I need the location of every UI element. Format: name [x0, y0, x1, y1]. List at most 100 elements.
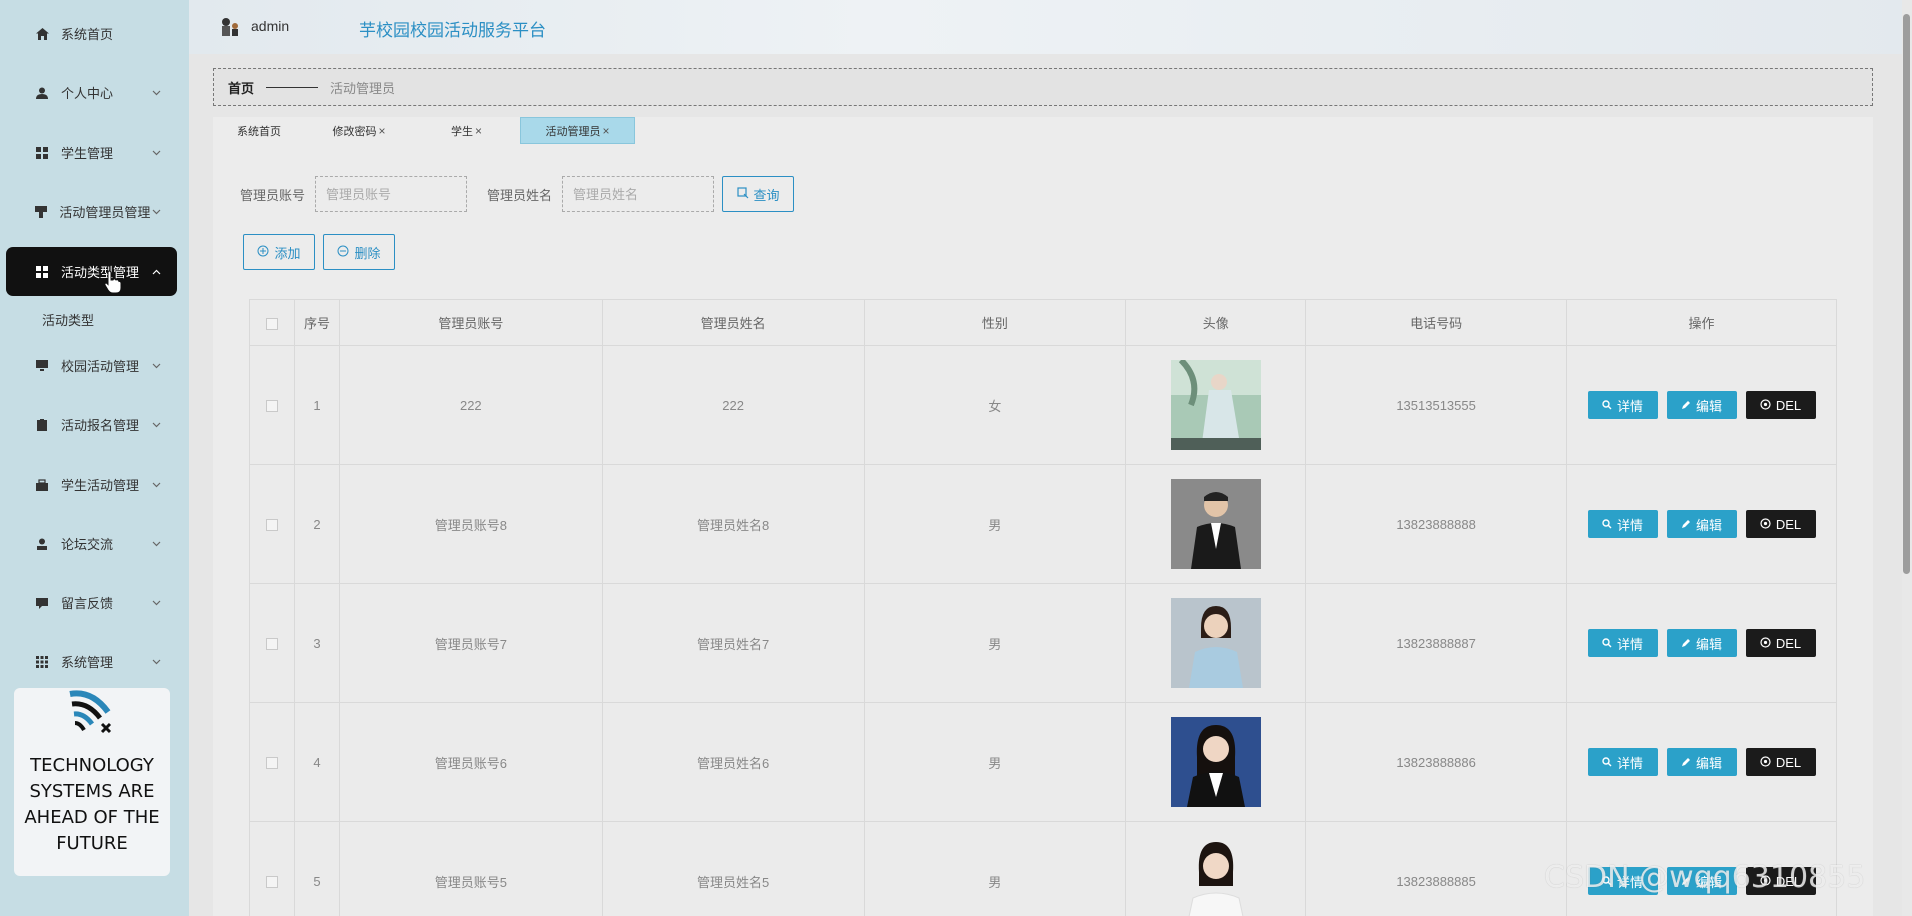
tab-students[interactable]: 学生 ×: [413, 117, 520, 144]
query-button[interactable]: 查询: [722, 176, 795, 212]
row-delete-button[interactable]: DEL: [1745, 748, 1816, 776]
name-cell: 222: [601, 345, 865, 465]
sidebar-item-profile[interactable]: 个人中心: [6, 68, 177, 117]
row-select-cell[interactable]: [249, 702, 295, 822]
account-cell: 管理员账号5: [338, 821, 603, 916]
detail-button[interactable]: 详情: [1587, 748, 1658, 776]
edit-button[interactable]: 编辑: [1666, 748, 1737, 776]
index-cell: 2: [293, 464, 340, 584]
row-checkbox[interactable]: [265, 876, 278, 889]
actions-cell: 详情 编辑 DEL: [1566, 345, 1837, 465]
chevron-down-icon: [149, 655, 163, 669]
edit-button[interactable]: 编辑: [1666, 391, 1737, 419]
tab-activity-admins[interactable]: 活动管理员 ×: [520, 117, 635, 144]
column-header: 管理员账号: [338, 299, 603, 346]
row-delete-button[interactable]: DEL: [1745, 391, 1816, 419]
tab-bar: 系统首页 修改密码 × 学生 × 活动管理员 ×: [213, 117, 635, 144]
user-avatar-icon: [219, 16, 241, 38]
row-checkbox[interactable]: [265, 757, 278, 770]
avatar: [1170, 479, 1261, 569]
briefcase-icon: [34, 477, 50, 493]
row-select-cell[interactable]: [249, 464, 295, 584]
row-checkbox[interactable]: [265, 400, 278, 413]
sidebar-item-label: 校园活动管理: [61, 359, 140, 374]
grid-icon: [34, 264, 50, 280]
sidebar-item-campus-activities[interactable]: 校园活动管理: [6, 341, 177, 390]
header-username[interactable]: admin: [251, 18, 289, 34]
delete-button[interactable]: 删除: [323, 234, 395, 270]
close-icon[interactable]: ×: [475, 124, 482, 138]
edit-label: 编辑: [1695, 755, 1722, 771]
close-circle-icon: [1760, 755, 1771, 770]
row-select-cell[interactable]: [249, 345, 295, 465]
sidebar-item-activity-types[interactable]: 活动类型管理: [6, 247, 177, 296]
sidebar-item-home[interactable]: 系统首页: [6, 9, 177, 58]
close-icon[interactable]: ×: [602, 124, 609, 138]
sidebar-item-label: 论坛交流: [61, 537, 114, 552]
query-button-label: 查询: [753, 187, 780, 203]
account-cell: 222: [338, 345, 603, 465]
delete-label: DEL: [1775, 754, 1802, 770]
account-search-input[interactable]: [315, 176, 468, 212]
sidebar-item-label: 系统首页: [61, 27, 114, 42]
avatar: [1170, 357, 1261, 450]
edit-button[interactable]: 编辑: [1666, 629, 1737, 657]
select-all-checkbox[interactable]: [265, 317, 278, 330]
row-checkbox[interactable]: [265, 519, 278, 532]
scrollbar[interactable]: [1902, 0, 1912, 916]
edit-label: 编辑: [1695, 636, 1722, 652]
plus-circle-icon: [257, 245, 269, 260]
detail-label: 详情: [1616, 636, 1643, 652]
edit-button[interactable]: 编辑: [1666, 510, 1737, 538]
close-icon[interactable]: ×: [378, 124, 385, 138]
pencil-icon: [1681, 517, 1691, 532]
add-button[interactable]: 添加: [243, 234, 315, 270]
row-select-cell[interactable]: [249, 821, 295, 916]
row-select-cell[interactable]: [249, 583, 295, 703]
tab-change-password[interactable]: 修改密码 ×: [305, 117, 413, 144]
detail-button[interactable]: 详情: [1587, 629, 1658, 657]
sidebar-item-feedback[interactable]: 留言反馈: [6, 578, 177, 627]
breadcrumb-home[interactable]: 首页: [228, 78, 254, 97]
column-header: 操作: [1566, 299, 1837, 346]
row-delete-button[interactable]: DEL: [1745, 510, 1816, 538]
account-cell: 管理员账号8: [338, 464, 603, 584]
submenu-item-activity-type[interactable]: 活动类型: [42, 310, 94, 329]
close-circle-icon: [1760, 636, 1771, 651]
detail-button[interactable]: 详情: [1587, 391, 1658, 419]
sidebar-item-label: 学生管理: [61, 146, 114, 161]
sidebar-item-registrations[interactable]: 活动报名管理: [6, 400, 177, 449]
chevron-down-icon: [149, 146, 163, 160]
sidebar-item-student-activities[interactable]: 学生活动管理: [6, 460, 177, 509]
detail-label: 详情: [1616, 398, 1643, 414]
sidebar-item-activity-admins[interactable]: 活动管理员管理: [6, 187, 177, 236]
select-all-cell[interactable]: [249, 299, 295, 346]
row-delete-button[interactable]: DEL: [1745, 629, 1816, 657]
search-icon: [1602, 398, 1612, 413]
tab-label: 修改密码: [332, 125, 377, 138]
chevron-down-icon: [149, 596, 163, 610]
detail-button[interactable]: 详情: [1587, 510, 1658, 538]
actions-cell: 详情 编辑 DEL: [1566, 583, 1837, 703]
avatar: [1170, 836, 1261, 916]
detail-label: 详情: [1616, 517, 1643, 533]
avatar-cell: [1125, 821, 1307, 916]
table-row: 2 管理员账号8 管理员姓名8 男 13823888888 详情 编辑 DEL: [249, 464, 1837, 584]
tab-label: 活动管理员: [545, 125, 601, 138]
index-cell: 3: [293, 583, 340, 703]
row-checkbox[interactable]: [265, 638, 278, 651]
index-cell: 5: [293, 821, 340, 916]
sidebar: 系统首页 个人中心 学生管理 活动管理员管理 活动类型管理 活动类型 校园活动管…: [0, 0, 189, 916]
promo-text: TECHNOLOGY SYSTEMS ARE AHEAD OF THE FUTU…: [24, 755, 160, 854]
avatar: [1170, 598, 1261, 688]
scrollbar-thumb[interactable]: [1903, 14, 1910, 574]
actions-cell: 详情 编辑 DEL: [1566, 464, 1837, 584]
name-cell: 管理员姓名5: [601, 821, 865, 916]
sidebar-item-system[interactable]: 系统管理: [6, 637, 177, 686]
tab-label: 系统首页: [237, 125, 281, 138]
close-circle-icon: [1760, 398, 1771, 413]
sidebar-item-students[interactable]: 学生管理: [6, 128, 177, 177]
name-search-input[interactable]: [562, 176, 715, 212]
tab-home[interactable]: 系统首页: [213, 117, 305, 144]
sidebar-item-forum[interactable]: 论坛交流: [6, 519, 177, 568]
